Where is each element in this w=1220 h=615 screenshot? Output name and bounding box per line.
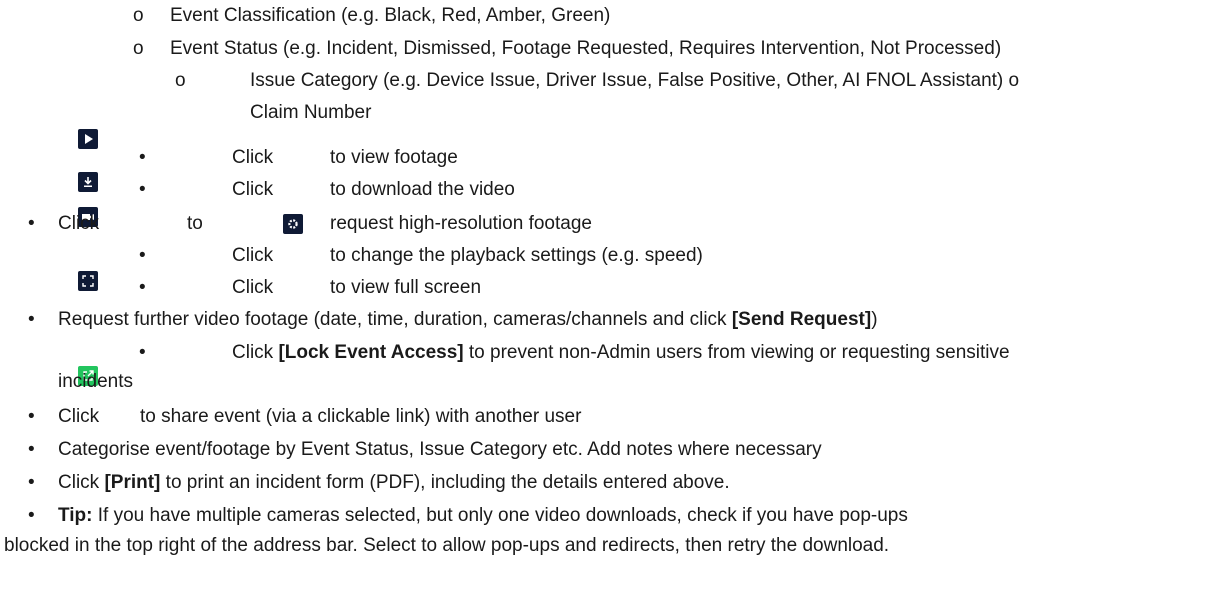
print-click: Click xyxy=(58,472,105,493)
play-icon[interactable] xyxy=(78,129,98,149)
fullscreen-text: to view full screen xyxy=(330,277,482,298)
dot-bullet: • xyxy=(28,309,35,330)
tip-line: Tip: If you have multiple cameras select… xyxy=(58,504,908,528)
dot-bullet: • xyxy=(28,213,35,234)
circle-bullet: o xyxy=(133,5,144,26)
lock-event-access-label: [Lock Event Access] xyxy=(278,342,464,363)
print-label: [Print] xyxy=(104,472,161,493)
tip-text: If you have multiple cameras selected, b… xyxy=(92,505,908,526)
fullscreen-click: Click xyxy=(232,277,274,298)
circle-bullet: o xyxy=(175,70,186,91)
further-footage-text: Request further video footage (date, tim… xyxy=(58,309,732,330)
tip-label: Tip: xyxy=(58,505,93,526)
fullscreen-icon[interactable] xyxy=(78,271,98,291)
download-icon[interactable] xyxy=(78,172,98,192)
lock-event-line: Click [Lock Event Access] to prevent non… xyxy=(232,341,1010,365)
lock-text: to prevent non-Admin users from viewing … xyxy=(463,342,1010,363)
event-classification-text: Event Classification (e.g. Black, Red, A… xyxy=(170,5,611,26)
send-request-label: [Send Request] xyxy=(731,309,872,330)
categorise-text: Categorise event/footage by Event Status… xyxy=(58,439,822,460)
share-click: Click xyxy=(58,406,100,427)
download-click: Click xyxy=(232,179,274,200)
request-text: request high-resolution footage xyxy=(330,213,592,234)
view-footage-click: Click xyxy=(232,147,274,168)
further-footage-line: Request further video footage (date, tim… xyxy=(58,308,878,332)
dot-bullet: • xyxy=(139,277,146,298)
dot-bullet: • xyxy=(139,147,146,168)
share-text: to share event (via a clickable link) wi… xyxy=(140,406,582,427)
circle-bullet: o xyxy=(133,38,144,59)
settings-text: to change the playback settings (e.g. sp… xyxy=(330,245,703,266)
dot-bullet: • xyxy=(28,472,35,493)
event-status-text: Event Status (e.g. Incident, Dismissed, … xyxy=(170,38,1002,59)
claim-number-text: Claim Number xyxy=(250,102,372,123)
lock-continued: incidents xyxy=(58,371,133,392)
further-footage-close: ) xyxy=(871,309,878,330)
view-footage-text: to view footage xyxy=(330,147,458,168)
gear-icon[interactable] xyxy=(283,214,303,234)
issue-category-text: Issue Category (e.g. Device Issue, Drive… xyxy=(250,70,1020,91)
dot-bullet: • xyxy=(139,245,146,266)
dot-bullet: • xyxy=(139,179,146,200)
print-text: to print an incident form (PDF), includi… xyxy=(160,472,730,493)
dot-bullet: • xyxy=(28,439,35,460)
request-click: Click xyxy=(58,213,100,234)
dot-bullet: • xyxy=(28,406,35,427)
lock-click: Click xyxy=(232,342,279,363)
print-line: Click [Print] to print an incident form … xyxy=(58,471,730,495)
request-to: to xyxy=(187,213,203,234)
dot-bullet: • xyxy=(28,505,35,526)
tip-continued: blocked in the top right of the address … xyxy=(4,535,890,556)
download-text: to download the video xyxy=(330,179,515,200)
dot-bullet: • xyxy=(139,342,146,363)
settings-click: Click xyxy=(232,245,274,266)
